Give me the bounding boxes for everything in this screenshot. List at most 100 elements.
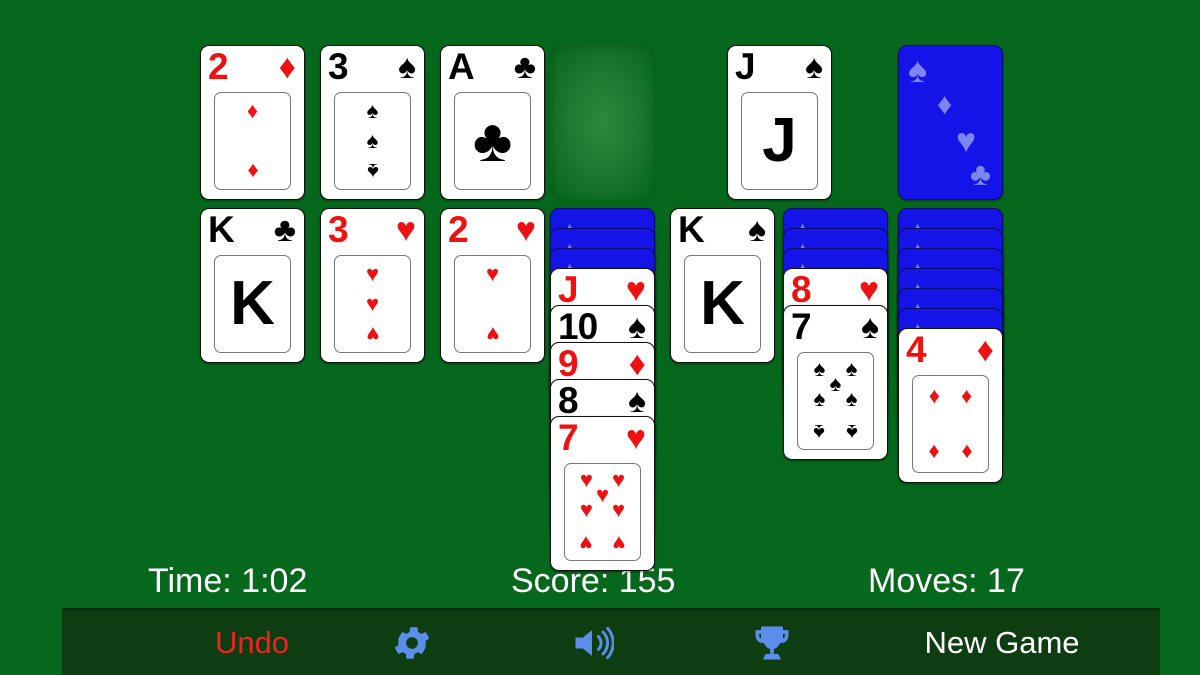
card-face-panel: ♥ ♥ ♥ [334,255,411,353]
card-face-panel: K [214,255,291,353]
undo-button[interactable]: Undo [162,610,342,675]
card-pip-icon: ♥ [595,482,610,508]
card-pip-icon: ♠ [366,158,379,184]
card-back-suit-icon: ♠ [908,49,928,90]
card-suit-icon: ♥ [395,211,416,249]
tableau-column-5-card-1[interactable]: K ♠ K [670,208,775,363]
card-face-panel: ♥ ♥ ♥ ♥ ♥ ♥ ♥ [564,463,641,561]
card-pips: ♥ ♥ [459,260,526,348]
card-pip-icon: ♥ [485,321,500,347]
card-face-panel: ♣ [454,92,531,190]
card-suit-icon: ♦ [278,48,296,86]
settings-button[interactable] [352,610,472,675]
card-suit-icon: ♥ [515,211,536,249]
card-pips: ♦ ♦ [219,97,286,185]
card-pip-icon: ♦ [246,158,259,184]
waste-pile[interactable]: J ♠ J [727,45,832,200]
foundation-clubs[interactable]: A ♣ ♣ [440,45,545,200]
card-face-panel: ♠ ♠ ♠ ♠ ♠ ♠ ♠ [797,352,874,450]
card-pip-icon: ♥ [365,321,380,347]
card-pips: ♥ ♥ ♥ [339,260,406,348]
card-rank: A [448,46,475,87]
card-rank: 8 [791,269,812,310]
card-pip-icon: ♠ [813,386,826,412]
card-suit-icon: ♠ [860,308,879,346]
card-pip-icon: ♥ [612,530,626,556]
tableau-column-1-card-1[interactable]: K ♣ K [200,208,305,363]
card-pip-icon: ♥ [612,497,626,523]
card-suit-icon: ♣ [273,211,296,249]
new-game-button[interactable]: New Game [862,610,1142,675]
card-rank: 3 [328,46,349,87]
card-pip-icon: ♥ [365,291,380,316]
card-pips: ♠ ♠ ♠ ♠ ♠ ♠ ♠ [802,357,869,445]
card-pip-icon: ♥ [579,467,593,493]
card-pip-icon: ♥ [485,261,500,287]
tableau-column-7-card-1[interactable]: 4 ♦ ♦ ♦ ♦ ♦ [898,328,1003,483]
new-game-label: New Game [924,624,1080,660]
card-pips: ♦ ♦ ♦ ♦ [917,380,984,468]
tableau-column-4-card-5[interactable]: 7 ♥ ♥ ♥ ♥ ♥ ♥ ♥ ♥ [550,416,655,571]
card-pip-icon: ♥ [612,467,626,493]
tableau-column-6-card-2[interactable]: 7 ♠ ♠ ♠ ♠ ♠ ♠ ♠ ♠ [783,305,888,460]
game-table: 2♦♦♦3♠♠♠♠A♣♣J♠J♠♦♥♣ K♣K3♥♥♥♥2♥♥♥♠♦♥♣♠♦♥♣… [0,0,1200,675]
card-suit-icon: ♥ [858,271,879,309]
card-pip-icon: ♠ [829,371,842,397]
card-center-rank: K [700,269,745,338]
card-pip-icon: ♠ [845,419,858,445]
card-pip-icon: ♠ [845,356,858,382]
card-rank: K [208,209,235,250]
card-suit-icon: ♦ [976,331,994,369]
time-display: Time: 1:02 [148,561,308,600]
card-center-rank: K [230,269,275,338]
card-back-suit-icon: ♥ [956,122,977,160]
foundation-empty[interactable] [550,45,655,200]
trophy-button[interactable] [712,610,832,675]
card-pip-icon: ♦ [960,382,973,408]
card-pip-icon: ♠ [366,98,379,124]
card-pip-icon: ♠ [845,386,858,412]
speaker-icon [575,626,614,659]
card-rank: 3 [328,209,349,250]
card-suit-icon: ♠ [747,211,766,249]
card-suit-icon: ♥ [625,419,646,457]
card-pip-icon: ♠ [813,419,826,445]
trophy-icon [755,626,789,659]
card-rank: J [735,46,756,87]
card-pips: ♥ ♥ ♥ ♥ ♥ ♥ ♥ [569,468,636,556]
card-rank: 7 [791,306,812,347]
card-rank: 10 [558,306,598,347]
card-rank: 7 [558,417,579,458]
tableau-column-3-card-1[interactable]: 2 ♥ ♥ ♥ [440,208,545,363]
card-rank: 2 [448,209,469,250]
card-pip-icon: ♦ [246,98,259,124]
card-rank: K [678,209,705,250]
card-pip-icon: ♥ [579,497,593,523]
card-pip-icon: ♦ [928,382,941,408]
undo-label: Undo [214,624,290,660]
card-pip-icon: ♦ [960,440,973,466]
card-face-panel: ♦ ♦ ♦ ♦ [912,375,989,473]
foundation-diamonds[interactable]: 2 ♦ ♦ ♦ [200,45,305,200]
card-pip-icon: ♠ [366,128,379,153]
card-pip-icon: ♥ [365,261,380,287]
card-suit-icon: ♥ [625,271,646,309]
bottom-toolbar: Undo New Game [62,608,1160,675]
card-rank: 4 [906,329,927,370]
card-face-panel: ♥ ♥ [454,255,531,353]
card-rank: 2 [208,46,229,87]
card-rank: J [558,269,579,310]
card-center-rank: J [762,106,797,175]
sound-button[interactable] [532,610,652,675]
foundation-spades[interactable]: 3 ♠ ♠ ♠ ♠ [320,45,425,200]
card-suit-icon: ♠ [804,48,823,86]
card-face-panel: J [741,92,818,190]
stock-pile[interactable]: ♠ ♦ ♥ ♣ [898,45,1003,200]
card-face-panel: ♠ ♠ ♠ [334,92,411,190]
card-suit-icon: ♣ [513,48,536,86]
tableau-column-2-card-1[interactable]: 3 ♥ ♥ ♥ ♥ [320,208,425,363]
card-pips: ♠ ♠ ♠ [339,97,406,185]
gear-icon [394,626,430,659]
card-suit-icon: ♦ [628,345,646,383]
card-face-panel: K [684,255,761,353]
